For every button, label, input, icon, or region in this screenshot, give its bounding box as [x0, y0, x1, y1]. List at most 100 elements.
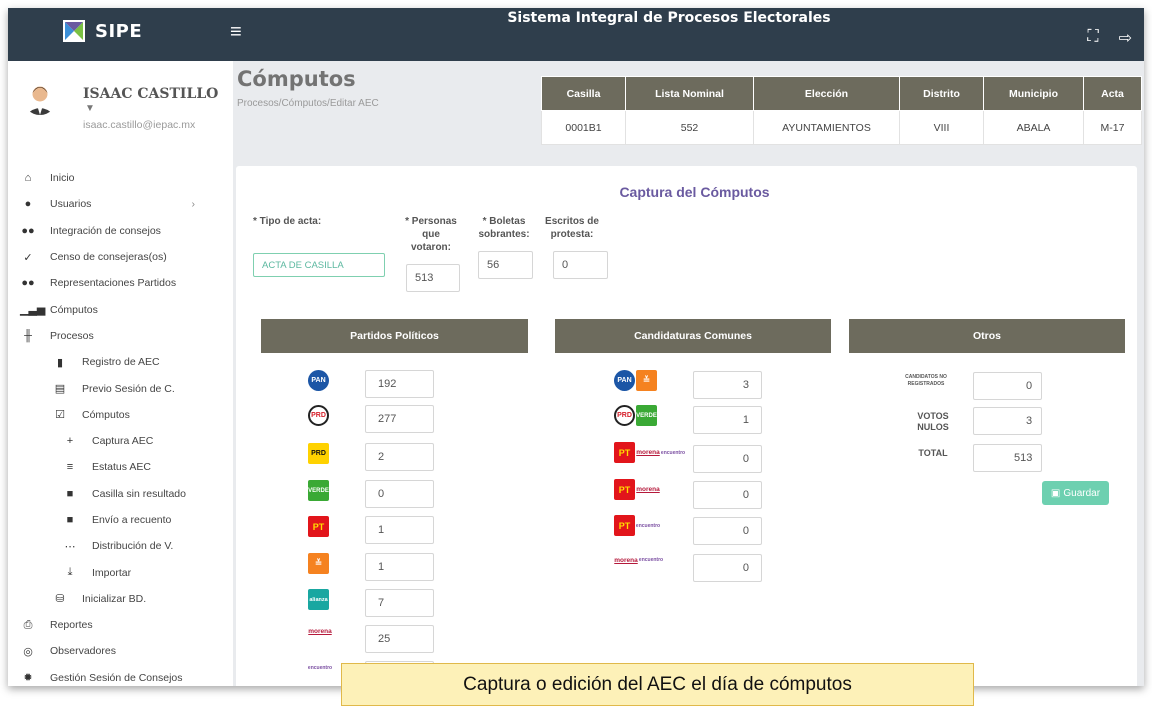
sidebar-item-label: Procesos — [50, 329, 94, 342]
pt-encuentro-logo-icon: PT encuentro — [614, 515, 660, 536]
total-input[interactable]: 513 — [973, 444, 1042, 472]
vote-input-morena-encuentro[interactable]: 0 — [693, 554, 762, 582]
morena-logo-icon: morena — [308, 625, 332, 637]
group-icon: ●● — [21, 224, 35, 237]
sidebar-item-label: Usuarios — [50, 198, 92, 211]
plus-icon: + — [66, 435, 74, 448]
sidebar-item-importar[interactable]: ⤓ Importar — [8, 559, 233, 585]
eye-icon: ◎ — [23, 645, 33, 658]
lines-icon: ≡ — [66, 461, 74, 474]
vote-input-verde[interactable]: 0 — [365, 480, 434, 508]
cell-acta: M-17 — [1083, 110, 1142, 145]
clipboard-check-icon: ☑ — [55, 409, 65, 422]
sidebar-item-inicio[interactable]: ⌂ Inicio — [8, 165, 233, 191]
sidebar-item-inicializar-bd[interactable]: ⛁ Inicializar BD. — [8, 586, 233, 612]
sidebar-item-procesos[interactable]: ╫ Procesos — [8, 323, 233, 349]
list-box-icon: ▤ — [54, 383, 66, 396]
chevron-down-icon[interactable]: ▼ — [85, 103, 95, 114]
vote-input-alianza[interactable]: 7 — [365, 589, 434, 617]
sidebar-item-distribucion[interactable]: ⋯ Distribución de V. — [8, 533, 233, 559]
table-header-row: Casilla Lista Nominal Elección Distrito … — [541, 76, 1142, 111]
vote-input-morena[interactable]: 25 — [365, 625, 434, 653]
vote-input-pt-encuentro[interactable]: 0 — [693, 517, 762, 545]
sidebar-item-previo-sesion[interactable]: ▤ Previo Sesión de C. — [8, 375, 233, 401]
personas-input[interactable]: 513 — [406, 264, 460, 292]
sliders-icon: ╫ — [24, 329, 32, 342]
sidebar-item-label: Importar — [92, 566, 132, 579]
verde-logo-icon: VERDE — [308, 480, 329, 501]
sidebar: ISAAC CASTILLO ▼ isaac.castillo@iepac.mx… — [8, 61, 233, 686]
page-title: Cómputos — [237, 67, 356, 91]
gear-dot-icon: ✹ — [23, 672, 33, 685]
total-label: TOTAL — [918, 448, 948, 458]
sidebar-item-censo[interactable]: ✓ Censo de consejeras(os) — [8, 244, 233, 270]
sidebar-item-casilla-sin-resultado[interactable]: ■ Casilla sin resultado — [8, 481, 233, 507]
vote-input-pan-mc[interactable]: 3 — [693, 371, 762, 399]
sidebar-item-label: Casilla sin resultado — [92, 487, 186, 500]
save-button[interactable]: ▣ Guardar — [1042, 481, 1109, 505]
comunes-header: Candidaturas Comunes — [555, 319, 831, 353]
sidebar-item-label: Distribución de V. — [92, 540, 174, 553]
sidebar-item-registro-aec[interactable]: ▮ Registro de AEC — [8, 349, 233, 375]
header-municipio: Municipio — [983, 76, 1084, 111]
sidebar-item-observadores[interactable]: ◎ Observadores — [8, 638, 233, 664]
vote-input-pt-morena[interactable]: 0 — [693, 481, 762, 509]
vote-input-pan[interactable]: 192 — [365, 370, 434, 398]
avatar — [23, 81, 57, 115]
check-icon: ✓ — [23, 251, 33, 264]
vote-input-prd-verde[interactable]: 1 — [693, 406, 762, 434]
boletas-label: * Boletas sobrantes: — [478, 216, 530, 240]
sidebar-item-computos[interactable]: ▁▃▅ Cómputos — [8, 296, 233, 322]
database-icon: ⛁ — [55, 593, 65, 606]
tipo-acta-label: * Tipo de acta: — [253, 216, 322, 227]
save-button-label: Guardar — [1063, 487, 1101, 499]
pt-morena-logo-icon: PT morena — [614, 479, 660, 500]
dots-icon: ⋯ — [64, 540, 76, 553]
sidebar-item-label: Estatus AEC — [92, 461, 151, 474]
sidebar-item-captura-aec[interactable]: + Captura AEC — [8, 428, 233, 454]
sidebar-item-representaciones[interactable]: ●● Representaciones Partidos — [8, 270, 233, 296]
sidebar-item-envio-recuento[interactable]: ■ Envío a recuento — [8, 507, 233, 533]
sidebar-item-label: Cómputos — [82, 408, 130, 421]
vote-input-pt[interactable]: 1 — [365, 516, 434, 544]
capture-card: Captura del Cómputos * Tipo de acta: ACT… — [236, 166, 1137, 686]
no-registrados-input[interactable]: 0 — [973, 372, 1042, 400]
sidebar-item-label: Inicializar BD. — [82, 592, 147, 605]
tipo-acta-select[interactable]: ACTA DE CASILLA — [253, 253, 385, 277]
cell-lista-nominal: 552 — [625, 110, 754, 145]
sidebar-item-reportes[interactable]: ⎙ Reportes — [8, 612, 233, 638]
file-plus-icon: ▮ — [56, 356, 64, 369]
vote-input-pt-morena-encuentro[interactable]: 0 — [693, 445, 762, 473]
sidebar-item-integracion[interactable]: ●● Integración de consejos — [8, 218, 233, 244]
sidebar-item-label: Previo Sesión de C. — [82, 382, 175, 395]
header-eleccion: Elección — [753, 76, 900, 111]
main-content: Cómputos Procesos/Cómputos/Editar AEC Ca… — [233, 61, 1144, 686]
sidebar-item-label: Observadores — [50, 645, 116, 658]
logout-icon[interactable]: ⇨ — [1119, 28, 1132, 48]
prd-logo-icon: PRD — [308, 405, 329, 426]
vote-input-prd-sun[interactable]: 2 — [365, 443, 434, 471]
vote-input-prd[interactable]: 277 — [365, 405, 434, 433]
votos-nulos-input[interactable]: 3 — [973, 407, 1042, 435]
sidebar-nav: ⌂ Inicio ● Usuarios › ●● Integración de cons… — [8, 165, 233, 686]
personas-label: * Personas que votaron: — [405, 216, 457, 253]
home-icon: ⌂ — [24, 172, 32, 185]
escritos-input[interactable]: 0 — [553, 251, 608, 279]
sidebar-item-gestion-sesion[interactable]: ✹ Gestión Sesión de Consejos — [8, 665, 233, 686]
sidebar-item-estatus-aec[interactable]: ≡ Estatus AEC — [8, 454, 233, 480]
caption-banner: Captura o edición del AEC el día de cómp… — [341, 663, 974, 706]
expand-icon[interactable]: ⛶ — [1087, 28, 1098, 48]
pt-logo-icon: PT — [308, 516, 329, 537]
sidebar-item-label: Captura AEC — [92, 435, 154, 448]
sidebar-item-usuarios[interactable]: ● Usuarios › — [8, 191, 233, 217]
user-name[interactable]: ISAAC CASTILLO — [83, 86, 218, 102]
header-casilla: Casilla — [541, 76, 626, 111]
pt-morena-encuentro-logo-icon: PT morena encuentro — [614, 442, 685, 463]
encuentro-logo-icon: encuentro — [308, 661, 332, 675]
app-window: SIPE ≡ Sistema Integral de Procesos Elec… — [8, 8, 1144, 686]
user-email: isaac.castillo@iepac.mx — [83, 119, 196, 131]
sidebar-item-computos-sub[interactable]: ☑ Cómputos — [8, 402, 233, 428]
sidebar-item-label: Censo de consejeras(os) — [50, 251, 167, 264]
vote-input-mc[interactable]: 1 — [365, 553, 434, 581]
boletas-input[interactable]: 56 — [478, 251, 533, 279]
